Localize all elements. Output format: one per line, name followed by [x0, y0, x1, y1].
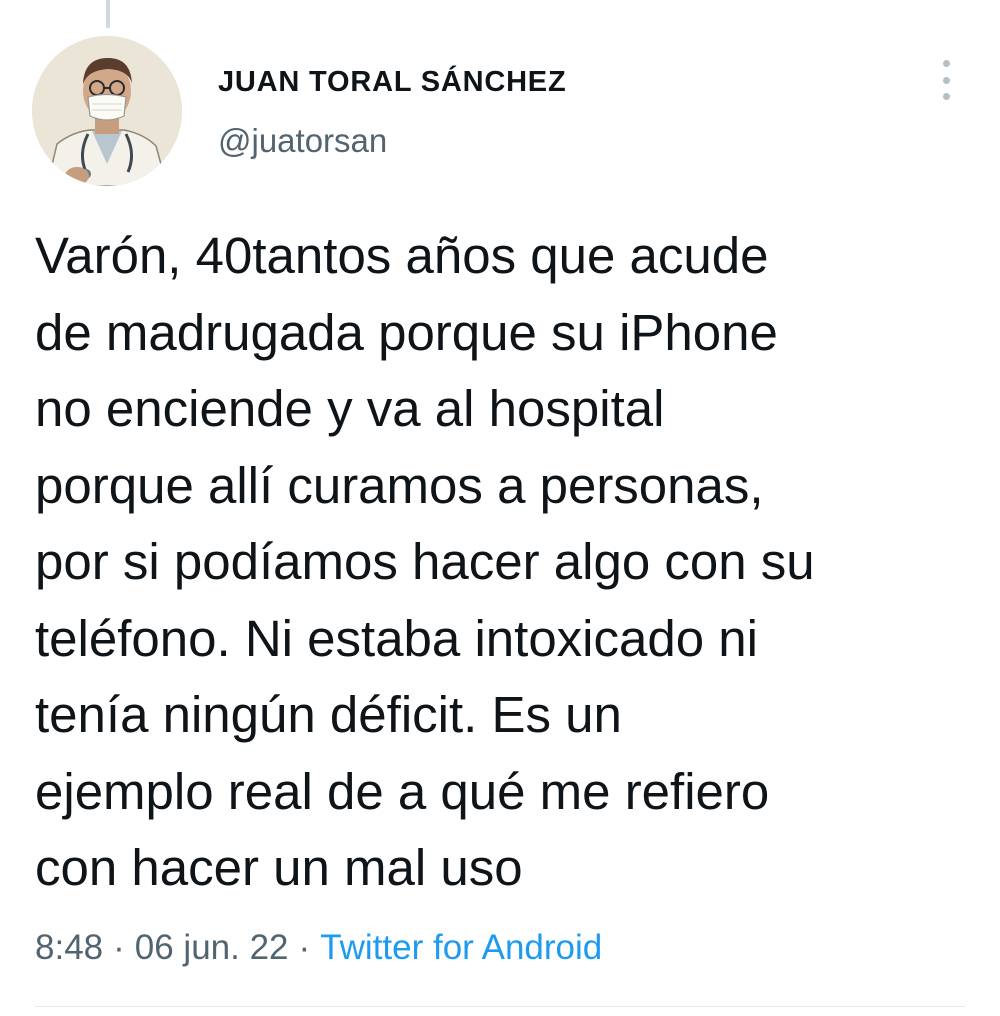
tweet-time[interactable]: 8:48	[35, 928, 103, 967]
vertical-ellipsis-icon	[942, 60, 950, 67]
divider	[35, 1006, 965, 1007]
thread-connector-line	[106, 0, 110, 28]
meta-separator: ·	[298, 928, 311, 967]
tweet-metadata: 8:48 · 06 jun. 22 · Twitter for Android	[35, 924, 602, 972]
tweet-text: Varón, 40tantos años que acude de madrug…	[35, 227, 815, 896]
author-avatar[interactable]	[32, 36, 182, 186]
author-display-name[interactable]: JUAN TORAL SÁNCHEZ	[218, 64, 566, 100]
author-handle[interactable]: @juatorsan	[218, 121, 566, 161]
tweet-date[interactable]: 06 jun. 22	[135, 928, 289, 967]
doctor-with-mask-avatar-icon	[32, 36, 182, 186]
meta-separator: ·	[113, 928, 125, 967]
more-options-button[interactable]	[934, 60, 958, 100]
tweet-author-header: JUAN TORAL SÁNCHEZ @juatorsan	[218, 64, 566, 161]
tweet-source-link[interactable]: Twitter for Android	[320, 928, 602, 967]
